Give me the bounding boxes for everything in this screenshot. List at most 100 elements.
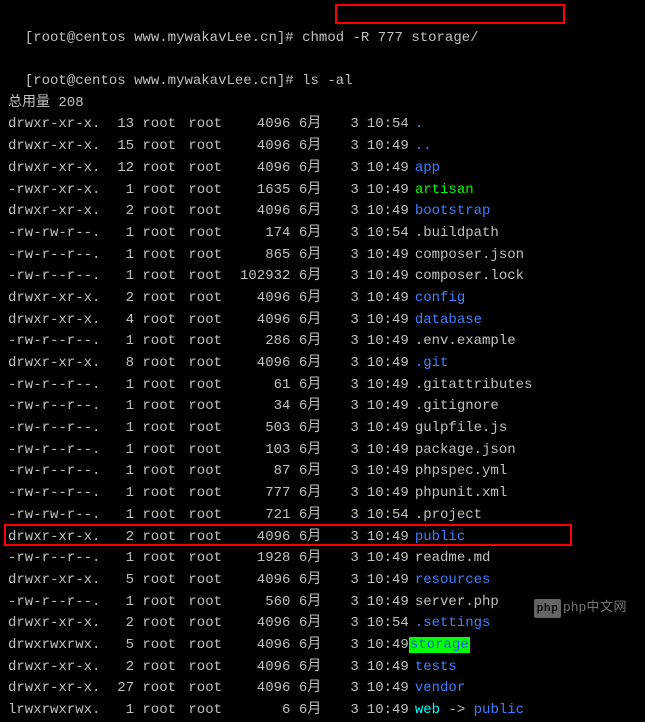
- owner: root: [142, 158, 188, 180]
- month: 6月: [299, 657, 335, 679]
- permissions: drwxr-xr-x.: [8, 310, 104, 332]
- owner: root: [142, 613, 188, 635]
- time: 10:49: [359, 570, 409, 592]
- permissions: -rw-rw-r--.: [8, 223, 104, 245]
- file-name: app: [409, 160, 440, 176]
- owner: root: [142, 310, 188, 332]
- time: 10:49: [359, 136, 409, 158]
- month: 6月: [299, 418, 335, 440]
- owner: root: [142, 223, 188, 245]
- month: 6月: [299, 114, 335, 136]
- file-name: .gitattributes: [409, 377, 533, 393]
- group: root: [188, 331, 234, 353]
- month: 6月: [299, 678, 335, 700]
- owner: root: [142, 548, 188, 570]
- day: 3: [335, 245, 359, 267]
- permissions: drwxr-xr-x.: [8, 201, 104, 223]
- table-row: drwxr-xr-x.5 rootroot4096 6月310:49resour…: [8, 570, 637, 592]
- link-count: 1: [104, 266, 134, 288]
- table-row: -rw-rw-r--.1 rootroot721 6月310:54.projec…: [8, 505, 637, 527]
- time: 10:49: [359, 288, 409, 310]
- file-size: 4096: [234, 678, 290, 700]
- time: 10:54: [359, 223, 409, 245]
- prompt-line-1: [root@centos www.mywakavLee.cn]# chmod -…: [8, 6, 637, 49]
- time: 10:49: [359, 266, 409, 288]
- file-size: 34: [234, 396, 290, 418]
- link-count: 1: [104, 375, 134, 397]
- month: 6月: [299, 223, 335, 245]
- file-size: 4096: [234, 310, 290, 332]
- group: root: [188, 375, 234, 397]
- month: 6月: [299, 288, 335, 310]
- group: root: [188, 570, 234, 592]
- permissions: drwxr-xr-x.: [8, 158, 104, 180]
- table-row: drwxr-xr-x.15 rootroot4096 6月310:49..: [8, 136, 637, 158]
- file-size: 4096: [234, 657, 290, 679]
- day: 3: [335, 440, 359, 462]
- link-count: 4: [104, 310, 134, 332]
- owner: root: [142, 678, 188, 700]
- file-name: config: [409, 290, 465, 306]
- table-row: drwxr-xr-x.2 rootroot4096 6月310:49public: [8, 527, 637, 549]
- link-count: 1: [104, 592, 134, 614]
- group: root: [188, 483, 234, 505]
- day: 3: [335, 461, 359, 483]
- file-size: 102932: [234, 266, 290, 288]
- day: 3: [335, 396, 359, 418]
- month: 6月: [299, 353, 335, 375]
- link-count: 2: [104, 288, 134, 310]
- table-row: -rw-r--r--.1 rootroot87 6月310:49phpspec.…: [8, 461, 637, 483]
- month: 6月: [299, 461, 335, 483]
- permissions: drwxr-xr-x.: [8, 527, 104, 549]
- link-count: 1: [104, 418, 134, 440]
- permissions: -rw-r--r--.: [8, 375, 104, 397]
- group: root: [188, 223, 234, 245]
- table-row: drwxr-xr-x.4 rootroot4096 6月310:49databa…: [8, 310, 637, 332]
- file-name: tests: [409, 659, 457, 675]
- owner: root: [142, 461, 188, 483]
- permissions: drwxr-xr-x.: [8, 136, 104, 158]
- link-count: 13: [104, 114, 134, 136]
- day: 3: [335, 657, 359, 679]
- group: root: [188, 527, 234, 549]
- table-row: -rw-r--r--.1 rootroot61 6月310:49.gitattr…: [8, 375, 637, 397]
- file-size: 4096: [234, 114, 290, 136]
- month: 6月: [299, 483, 335, 505]
- table-row: -rw-r--r--.1 rootroot865 6月310:49compose…: [8, 245, 637, 267]
- command-ls: ls -al: [302, 73, 352, 89]
- command-chmod: chmod -R 777 storage/: [302, 30, 478, 46]
- permissions: drwxrwxrwx.: [8, 635, 104, 657]
- month: 6月: [299, 396, 335, 418]
- file-name: public: [409, 529, 465, 545]
- month: 6月: [299, 700, 335, 722]
- month: 6月: [299, 527, 335, 549]
- file-size: 4096: [234, 635, 290, 657]
- group: root: [188, 114, 234, 136]
- month: 6月: [299, 375, 335, 397]
- file-size: 503: [234, 418, 290, 440]
- time: 10:49: [359, 396, 409, 418]
- file-size: 777: [234, 483, 290, 505]
- file-name: phpunit.xml: [409, 485, 507, 501]
- file-name: .settings: [409, 615, 491, 631]
- permissions: -rw-r--r--.: [8, 396, 104, 418]
- day: 3: [335, 331, 359, 353]
- link-count: 27: [104, 678, 134, 700]
- month: 6月: [299, 158, 335, 180]
- group: root: [188, 440, 234, 462]
- link-count: 1: [104, 223, 134, 245]
- time: 10:49: [359, 678, 409, 700]
- permissions: drwxr-xr-x.: [8, 288, 104, 310]
- link-count: 15: [104, 136, 134, 158]
- file-name: composer.json: [409, 247, 524, 263]
- day: 3: [335, 375, 359, 397]
- table-row: drwxr-xr-x.12 rootroot4096 6月310:49app: [8, 158, 637, 180]
- permissions: drwxr-xr-x.: [8, 613, 104, 635]
- file-name: readme.md: [409, 550, 491, 566]
- month: 6月: [299, 201, 335, 223]
- prompt-prefix: [root@centos www.mywakavLee.cn]#: [25, 30, 302, 46]
- permissions: -rw-r--r--.: [8, 483, 104, 505]
- month: 6月: [299, 245, 335, 267]
- symlink-arrow: ->: [440, 702, 474, 718]
- permissions: -rw-rw-r--.: [8, 505, 104, 527]
